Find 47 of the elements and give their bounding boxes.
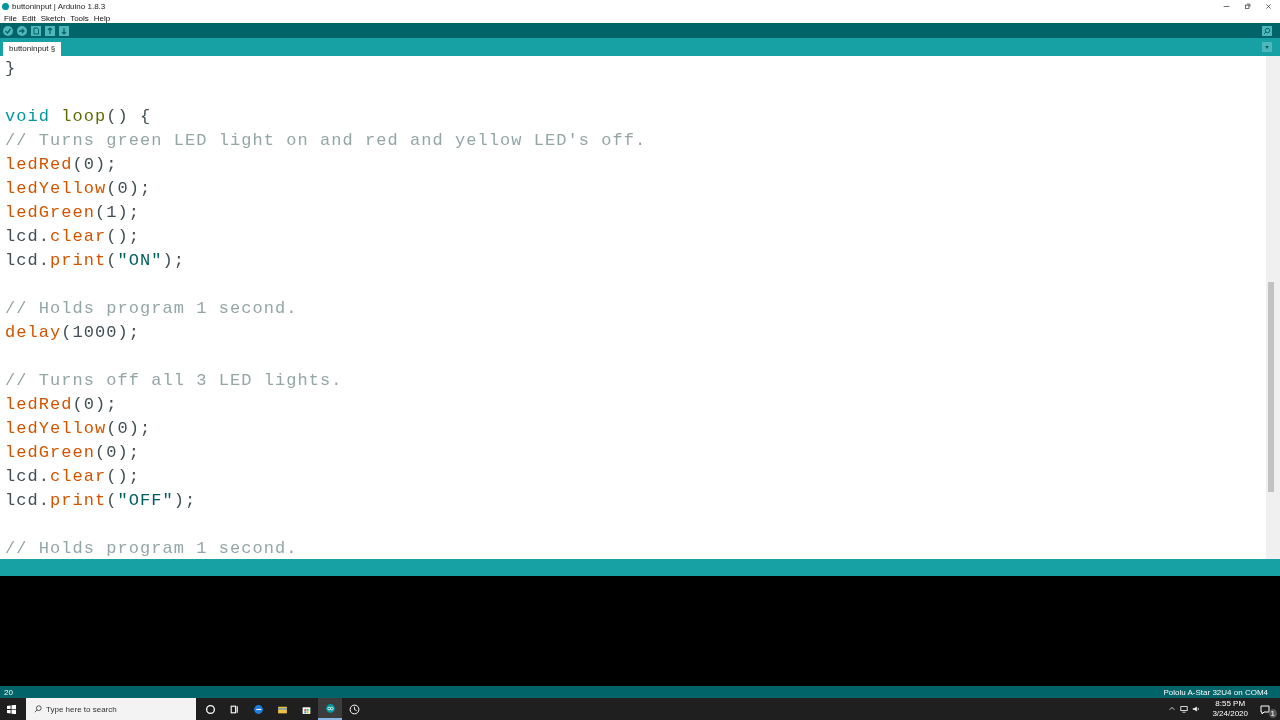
code-line: ledYellow(0);: [5, 178, 153, 200]
infinity-logo-icon[interactable]: [318, 698, 342, 720]
code-line: // Turns off all 3 LED lights.: [5, 370, 344, 392]
code-line: ledGreen(0);: [5, 442, 142, 464]
code-line: lcd.print("OFF");: [5, 490, 198, 512]
taskbar-clock[interactable]: 8:55 PM 3/24/2020: [1204, 699, 1256, 719]
code-line: // Holds program 1 second.: [5, 538, 299, 559]
serial-monitor-icon[interactable]: [1262, 25, 1272, 36]
menu-item[interactable]: Help: [93, 13, 111, 23]
network-icon[interactable]: [1180, 705, 1189, 713]
code-line: // Turns green LED light on and red and yellow LED's off.: [5, 130, 648, 152]
code-line: // Holds program 1 second.: [5, 298, 299, 320]
minimize-icon[interactable]: [1223, 3, 1230, 10]
code-line: void loop() {: [5, 106, 153, 128]
up-arrow-icon[interactable]: [45, 25, 55, 36]
close-icon[interactable]: [1265, 3, 1272, 10]
new-file-icon[interactable]: [31, 25, 41, 36]
menu-item[interactable]: File: [4, 13, 17, 23]
window-title: buttoninput | Arduino 1.8.3: [12, 2, 107, 11]
scrollbar[interactable]: [1266, 56, 1280, 559]
right-arrow-icon[interactable]: [17, 25, 27, 36]
search-icon: [26, 698, 46, 720]
code-line: delay(1000);: [5, 322, 142, 344]
menu-item[interactable]: Tools: [70, 13, 89, 23]
windows-start-icon[interactable]: [7, 704, 16, 714]
menu-item[interactable]: Edit: [21, 13, 36, 23]
sketch-tab[interactable]: buttoninput §: [3, 42, 62, 56]
app-logo-icon: [2, 3, 9, 10]
code-line: ledRed(0);: [5, 394, 119, 416]
code-line: }: [5, 58, 18, 80]
code-line: ledGreen(1);: [5, 202, 142, 224]
search-field[interactable]: Type here to search: [46, 698, 196, 720]
tab-menu-icon[interactable]: [1262, 42, 1272, 52]
code-line: lcd.clear();: [5, 226, 142, 248]
menu-item[interactable]: Sketch: [40, 13, 66, 23]
code-line: ledYellow(0);: [5, 418, 153, 440]
speaker-icon[interactable]: [1192, 705, 1201, 713]
code-line: lcd.clear();: [5, 466, 142, 488]
line-number: 20: [4, 687, 13, 697]
code-line: ledRed(0);: [5, 154, 119, 176]
restore-icon[interactable]: [1244, 3, 1251, 10]
notification-button[interactable]: 1: [1260, 701, 1274, 717]
checkmark-icon[interactable]: [3, 25, 13, 36]
chevron-up-icon[interactable]: [1168, 705, 1177, 713]
down-arrow-icon[interactable]: [59, 25, 69, 36]
board-port-label: Pololu A-Star 32U4 on COM4: [1163, 687, 1268, 697]
code-line: lcd.print("ON");: [5, 250, 187, 272]
